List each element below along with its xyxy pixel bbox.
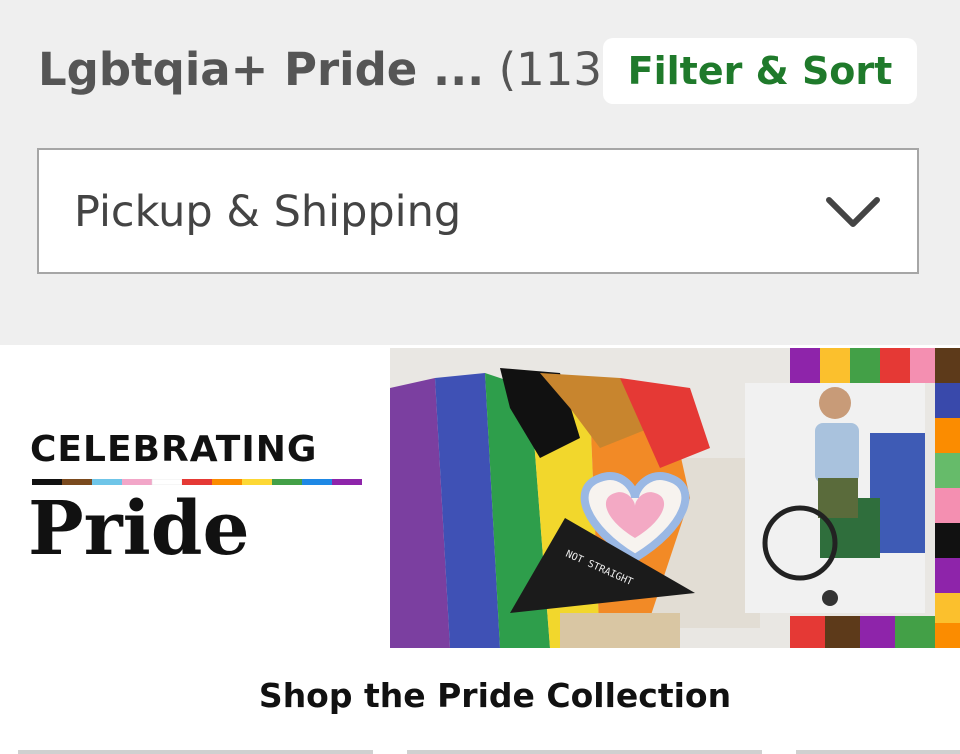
chevron-down-icon [826,197,880,227]
category-title: Lgbtqia+ Pride ... [38,43,485,96]
pickup-shipping-select[interactable]: Pickup & Shipping [37,148,919,274]
banner-eyebrow: CELEBRATING [30,429,318,470]
filter-sort-button[interactable]: Filter & Sort [603,38,917,104]
pride-collection-photo: NOT STRAIGHT [390,348,960,648]
page-title: Lgbtqia+ Pride ... (113) [38,42,620,98]
shop-pride-collection-link[interactable]: Shop the Pride Collection [0,676,960,715]
select-label: Pickup & Shipping [74,187,462,237]
pride-banner[interactable]: CELEBRATING Pride NOT STRAIGHT [0,345,960,648]
banner-headline: Pride [28,486,250,572]
filter-header: Lgbtqia+ Pride ... (113) Filter & Sort P… [0,0,960,345]
next-row-tiles [18,750,960,754]
pride-flag-stripe [32,479,362,485]
result-count: (113) [498,43,620,96]
